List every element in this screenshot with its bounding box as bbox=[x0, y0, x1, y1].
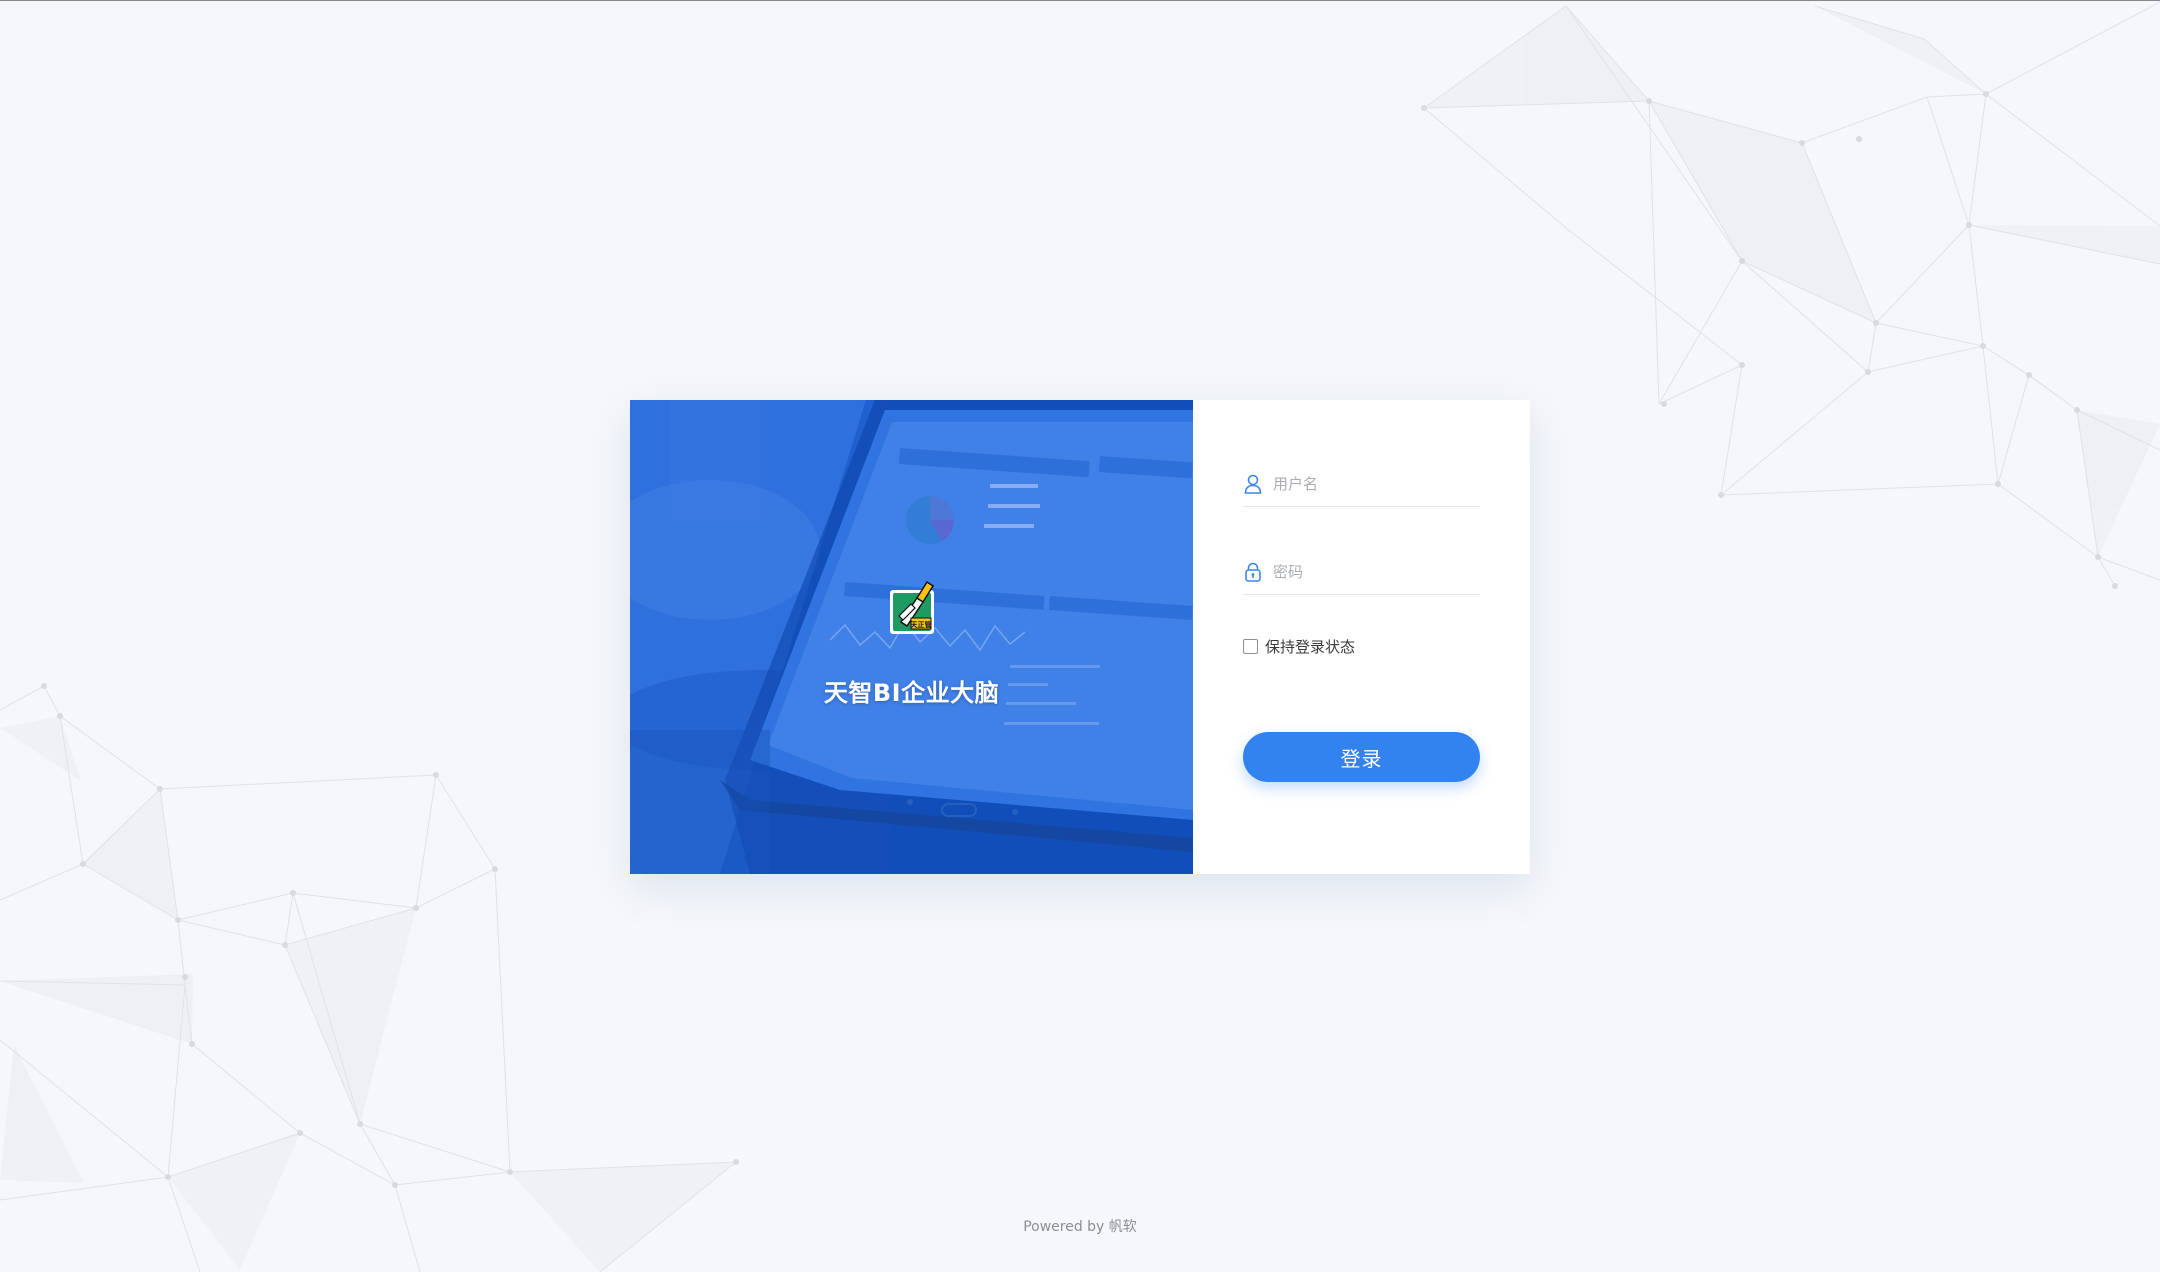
user-icon bbox=[1243, 474, 1263, 494]
password-input[interactable] bbox=[1273, 563, 1473, 581]
logo-badge-text: 天正管 bbox=[911, 620, 932, 629]
brand-logo-icon: 天正管 bbox=[890, 580, 935, 634]
login-form-panel: 保持登录状态 登录 bbox=[1193, 400, 1530, 874]
username-field bbox=[1243, 462, 1480, 507]
remember-me-checkbox[interactable] bbox=[1243, 639, 1258, 654]
lock-icon bbox=[1243, 562, 1263, 582]
password-field bbox=[1243, 550, 1480, 595]
login-card: 天正管 天智BI企业大脑 用户名 保持登录状态 登录 bbox=[630, 400, 1530, 874]
remember-me-label: 保持登录状态 bbox=[1265, 638, 1356, 656]
username-input[interactable] bbox=[1273, 475, 1473, 493]
login-button[interactable]: 登录 bbox=[1243, 732, 1480, 782]
brand-title: 天智BI企业大脑 bbox=[823, 679, 1000, 707]
tablet-dashboard-illustration bbox=[630, 400, 1193, 874]
remember-me-toggle[interactable]: 保持登录状态 bbox=[1243, 636, 1355, 657]
footer-powered-by: Powered by 帆软 bbox=[1023, 1219, 1137, 1235]
brand-panel: 天正管 天智BI企业大脑 bbox=[630, 400, 1193, 874]
